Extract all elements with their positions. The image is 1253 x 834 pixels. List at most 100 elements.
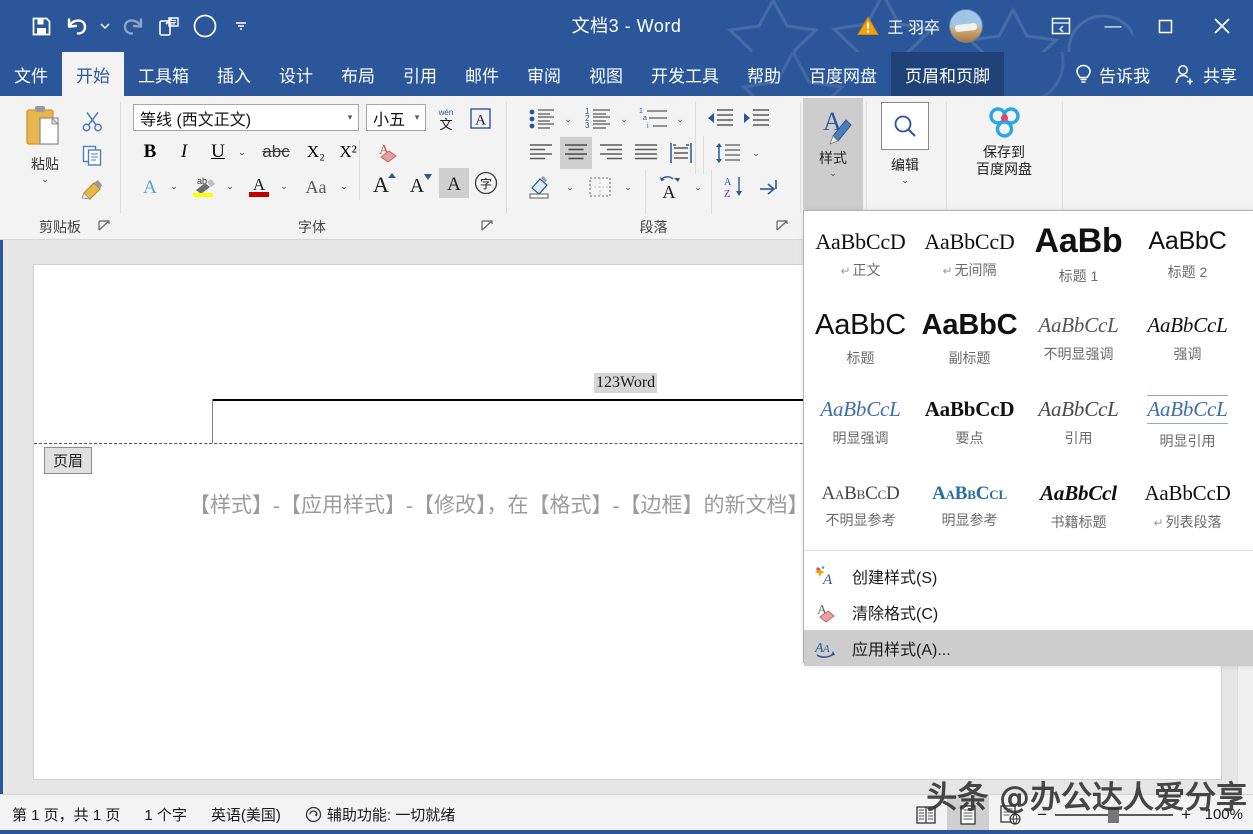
avatar[interactable] bbox=[949, 9, 983, 43]
align-right-button[interactable] bbox=[595, 138, 627, 168]
tab-insert[interactable]: 插入 bbox=[203, 52, 265, 96]
paragraph-dialog-launcher[interactable] bbox=[776, 220, 792, 236]
style-item-intense-reference[interactable]: AaBbCcl 明显参考 bbox=[915, 465, 1024, 549]
paste-button[interactable]: 粘贴 ⌄ bbox=[14, 104, 76, 208]
styles-button[interactable]: A 样式 ⌄ bbox=[803, 98, 863, 210]
style-item-title[interactable]: AaBbC 标题 bbox=[806, 297, 915, 381]
multilevel-list-button[interactable]: 1 a i bbox=[637, 104, 671, 134]
bullets-caret[interactable]: ⌄ bbox=[559, 104, 577, 134]
tab-toolbox[interactable]: 工具箱 bbox=[124, 52, 203, 96]
styles-caret[interactable]: ⌄ bbox=[829, 168, 837, 179]
tab-header-footer[interactable]: 页眉和页脚 bbox=[891, 52, 1004, 96]
warning-triangle-icon[interactable] bbox=[857, 16, 879, 36]
change-case-caret[interactable]: ⌄ bbox=[335, 172, 353, 200]
borders-button[interactable] bbox=[583, 172, 617, 202]
sort-button[interactable]: AZ bbox=[717, 172, 749, 202]
editing-button[interactable]: 编辑 ⌄ bbox=[879, 102, 931, 208]
font-name-caret[interactable]: ▾ bbox=[342, 112, 358, 123]
tab-baidu-netdisk[interactable]: 百度网盘 bbox=[795, 52, 891, 96]
asian-layout-button[interactable]: A bbox=[653, 172, 689, 202]
format-painter-button[interactable] bbox=[76, 174, 108, 204]
tab-developer[interactable]: 开发工具 bbox=[637, 52, 733, 96]
undo-icon[interactable] bbox=[60, 9, 94, 43]
status-language[interactable]: 英语(美国) bbox=[199, 804, 293, 825]
borders-caret[interactable]: ⌄ bbox=[619, 172, 637, 202]
underline-button[interactable]: U bbox=[203, 138, 233, 166]
tab-mailings[interactable]: 邮件 bbox=[451, 52, 513, 96]
status-accessibility[interactable]: 辅助功能: 一切就绪 bbox=[293, 804, 467, 825]
header-text[interactable]: 123Word bbox=[594, 373, 657, 393]
clear-formatting-button[interactable]: A bbox=[369, 138, 401, 166]
style-item-subtle-emphasis[interactable]: AaBbCcL 不明显强调 bbox=[1024, 297, 1133, 381]
justify-button[interactable] bbox=[630, 138, 662, 168]
zoom-out-button[interactable]: − bbox=[1037, 805, 1047, 825]
tab-references[interactable]: 引用 bbox=[389, 52, 451, 96]
account-name[interactable]: 王 羽卒 bbox=[888, 14, 940, 38]
style-item-strong[interactable]: AaBbCcD 要点 bbox=[915, 381, 1024, 465]
editing-caret[interactable]: ⌄ bbox=[901, 175, 909, 186]
tab-file[interactable]: 文件 bbox=[0, 52, 62, 96]
asian-layout-caret[interactable]: ⌄ bbox=[689, 172, 707, 202]
tab-design[interactable]: 设计 bbox=[265, 52, 327, 96]
numbering-button[interactable]: 1 2 3 bbox=[581, 104, 615, 134]
status-page-info[interactable]: 第 1 页，共 1 页 bbox=[0, 804, 132, 825]
circle-icon[interactable] bbox=[188, 9, 222, 43]
subscript-button[interactable]: X₂ bbox=[301, 138, 331, 166]
align-left-button[interactable] bbox=[525, 138, 557, 168]
share-button[interactable]: 共享 bbox=[1164, 52, 1253, 96]
save-icon[interactable] bbox=[24, 9, 58, 43]
style-item-list-paragraph[interactable]: AaBbCcD ↵列表段落 bbox=[1133, 465, 1242, 549]
style-item-subtitle[interactable]: AaBbC 副标题 bbox=[915, 297, 1024, 381]
grow-font-button[interactable]: A bbox=[367, 166, 401, 200]
style-item-no-spacing[interactable]: AaBbCcD ↵无间隔 bbox=[915, 213, 1024, 297]
text-highlight-button[interactable]: ab bbox=[187, 172, 221, 200]
tab-layout[interactable]: 布局 bbox=[327, 52, 389, 96]
clipboard-dialog-launcher[interactable] bbox=[98, 220, 114, 236]
style-item-intense-quote[interactable]: AaBbCcL 明显引用 bbox=[1133, 381, 1242, 465]
font-color-button[interactable]: A bbox=[243, 172, 275, 200]
style-item-heading-2[interactable]: AaBbC 标题 2 bbox=[1133, 213, 1242, 297]
bullets-button[interactable] bbox=[525, 104, 559, 134]
paste-caret[interactable]: ⌄ bbox=[41, 174, 49, 185]
status-word-count[interactable]: 1 个字 bbox=[132, 804, 199, 825]
zoom-in-button[interactable]: + bbox=[1181, 805, 1191, 825]
tab-home[interactable]: 开始 bbox=[62, 52, 124, 96]
clear-format-command[interactable]: A 清除格式(C) bbox=[804, 594, 1253, 630]
line-spacing-button[interactable] bbox=[711, 138, 745, 168]
customize-qat-icon[interactable] bbox=[224, 9, 258, 43]
copy-button[interactable] bbox=[76, 140, 108, 170]
increase-indent-button[interactable] bbox=[739, 104, 773, 134]
style-item-emphasis[interactable]: AaBbCcL 强调 bbox=[1133, 297, 1242, 381]
text-effects-caret[interactable]: ⌄ bbox=[165, 172, 183, 200]
maximize-button[interactable] bbox=[1139, 0, 1191, 52]
font-name-input[interactable]: 等线 (西文正文) ▾ bbox=[133, 104, 359, 131]
style-item-intense-emphasis[interactable]: AaBbCcL 明显强调 bbox=[806, 381, 915, 465]
style-item-body[interactable]: AaBbCcD ↵正文 bbox=[806, 213, 915, 297]
font-size-input[interactable]: 小五 ▾ bbox=[366, 104, 426, 131]
numbering-caret[interactable]: ⌄ bbox=[615, 104, 633, 134]
apply-style-command[interactable]: AA 应用样式(A)... bbox=[804, 630, 1253, 666]
underline-caret[interactable]: ⌄ bbox=[233, 138, 251, 166]
tab-review[interactable]: 审阅 bbox=[513, 52, 575, 96]
zoom-slider[interactable] bbox=[1055, 807, 1173, 823]
distribute-text-button[interactable] bbox=[665, 138, 697, 168]
close-button[interactable] bbox=[1191, 0, 1253, 52]
style-item-heading-1[interactable]: AaBb 标题 1 bbox=[1024, 213, 1133, 297]
ribbon-display-options-icon[interactable] bbox=[1035, 0, 1087, 52]
align-center-button[interactable] bbox=[560, 137, 592, 169]
phonetic-guide-button[interactable]: wén 文 bbox=[431, 104, 461, 132]
text-effects-button[interactable]: A bbox=[135, 172, 165, 200]
strikethrough-button[interactable]: abc bbox=[255, 138, 297, 166]
show-formatting-marks-button[interactable] bbox=[753, 172, 787, 202]
highlight-caret[interactable]: ⌄ bbox=[221, 172, 239, 200]
cut-button[interactable] bbox=[76, 106, 108, 136]
zoom-slider-knob[interactable] bbox=[1108, 808, 1119, 823]
font-color-caret[interactable]: ⌄ bbox=[275, 172, 293, 200]
tab-help[interactable]: 帮助 bbox=[733, 52, 795, 96]
redo-icon[interactable] bbox=[116, 9, 150, 43]
view-print-layout-button[interactable] bbox=[947, 795, 989, 834]
save-to-baidu-button[interactable]: 保存到 百度网盘 bbox=[959, 104, 1049, 208]
zoom-level-label[interactable]: 100% bbox=[1199, 806, 1243, 823]
italic-button[interactable]: I bbox=[169, 138, 199, 166]
enclose-character-button[interactable]: 字 bbox=[471, 168, 501, 198]
